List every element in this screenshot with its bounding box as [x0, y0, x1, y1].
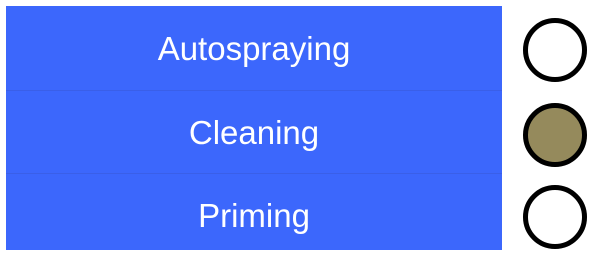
- status-lamp-icon: [523, 103, 587, 167]
- mode-panel: Autospraying Cleaning Priming: [6, 6, 502, 250]
- mode-label: Priming: [198, 196, 310, 234]
- mode-row-cleaning[interactable]: Cleaning: [6, 90, 502, 174]
- mode-label: Autospraying: [157, 29, 351, 67]
- mode-label: Cleaning: [188, 113, 320, 151]
- status-lamp-icon: [523, 185, 587, 249]
- row-divider: [6, 173, 502, 174]
- mode-row-priming[interactable]: Priming: [6, 173, 502, 257]
- status-lamp-icon: [523, 18, 587, 82]
- mode-row-autospraying[interactable]: Autospraying: [6, 6, 502, 90]
- row-divider: [6, 90, 502, 91]
